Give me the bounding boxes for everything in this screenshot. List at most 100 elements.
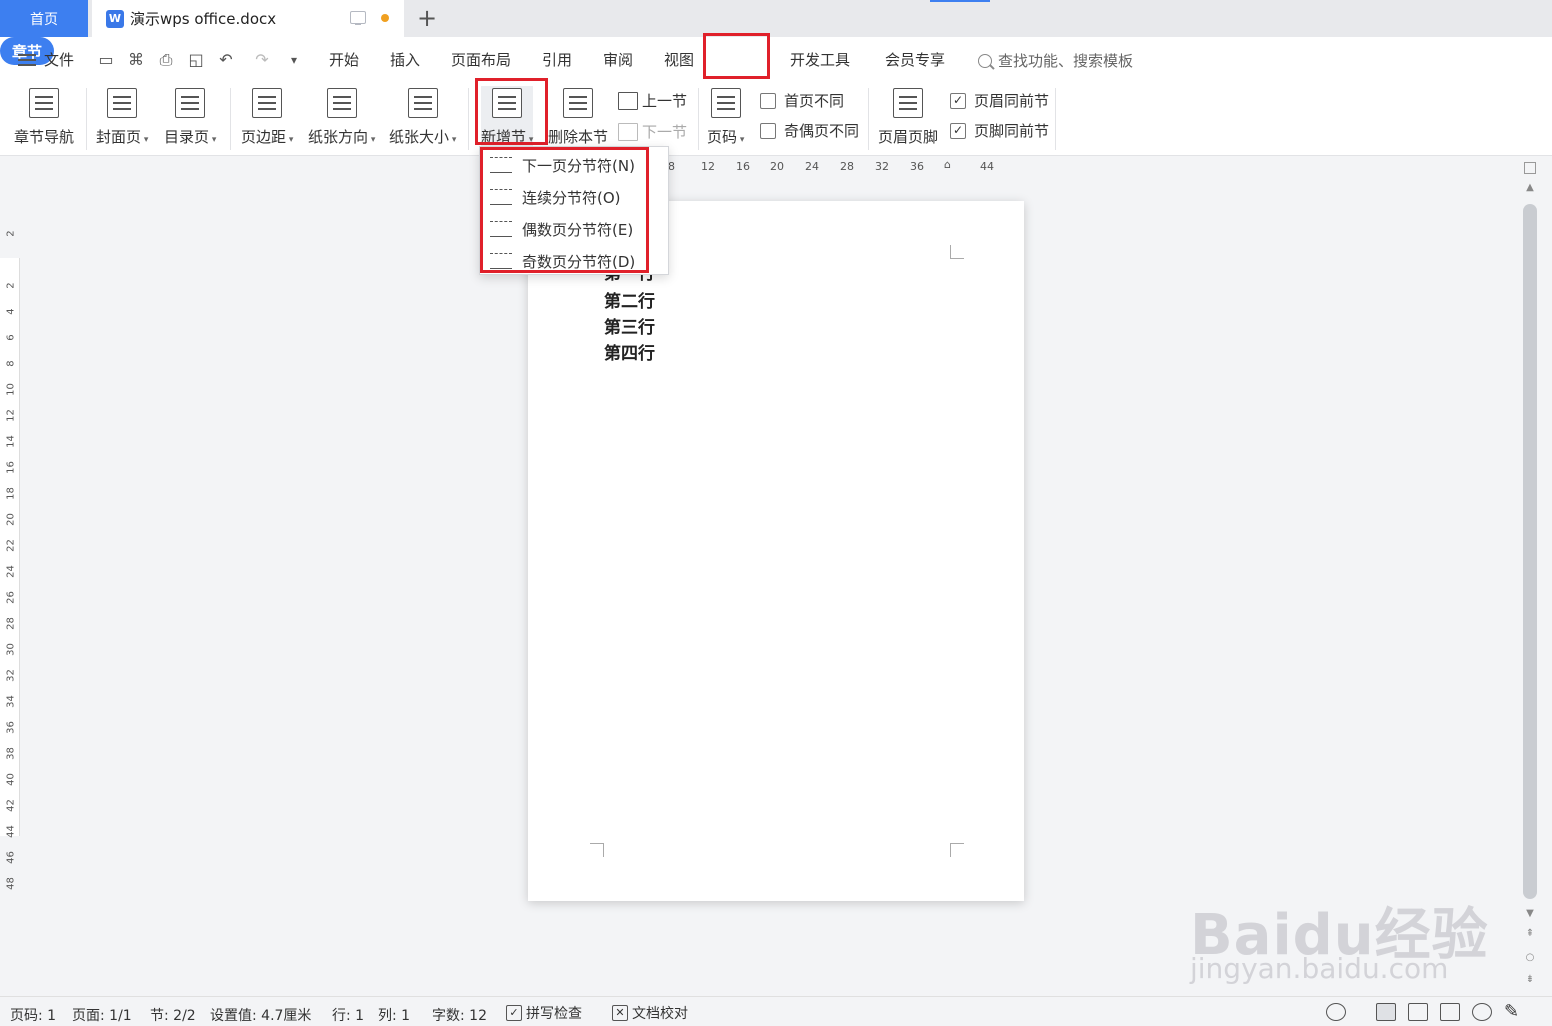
next-section-button[interactable]: 下一节 — [618, 121, 687, 142]
web-view-icon[interactable] — [1472, 1003, 1492, 1021]
next-page-icon[interactable]: ⇟ — [1524, 974, 1536, 985]
paper-size-button[interactable]: 纸张大小 — [389, 86, 456, 147]
ruler-tick: 28 — [840, 160, 854, 173]
scroll-down-icon[interactable]: ▼ — [1524, 908, 1536, 919]
ruler-tick: 26 — [5, 591, 17, 604]
ribbon-divider — [698, 88, 699, 150]
footer-same-prev-checkbox[interactable]: ✓ 页脚同前节 — [950, 120, 1049, 141]
menu-start[interactable]: 开始 — [329, 49, 359, 70]
doc-line-3[interactable]: 第三行 — [604, 313, 655, 338]
status-col[interactable]: 列: 1 — [378, 1005, 410, 1025]
delete-section-button[interactable]: 删除本节 — [548, 86, 608, 147]
scroll-up-icon[interactable]: ▲ — [1524, 182, 1536, 193]
unsaved-dot-icon — [381, 14, 389, 22]
menu-member[interactable]: 会员专享 — [885, 49, 945, 70]
margins-button[interactable]: 页边距 — [241, 86, 293, 147]
ruler-tick: 36 — [5, 721, 17, 734]
ruler-tick: 20 — [5, 513, 17, 526]
prev-page-icon[interactable]: ⇞ — [1524, 928, 1536, 939]
split-view-icon[interactable] — [1524, 162, 1536, 174]
header-footer-button[interactable]: 页眉页脚 — [878, 86, 938, 147]
ruler-tick: 36 — [910, 160, 924, 173]
page-view-icon[interactable] — [1376, 1003, 1396, 1021]
doc-proof-button[interactable]: ✕ 文档校对 — [612, 1003, 688, 1023]
ruler-tick: 16 — [5, 461, 17, 474]
ruler-tick: 38 — [5, 747, 17, 760]
vertical-scrollbar[interactable]: ▲ ▼ ⇞ ○ ⇟ — [1520, 156, 1540, 996]
doc-line-4[interactable]: 第四行 — [604, 339, 655, 364]
ruler-tick: 32 — [875, 160, 889, 173]
header-same-prev-label: 页眉同前节 — [974, 92, 1050, 110]
page-number-icon — [710, 88, 741, 118]
status-word-count[interactable]: 字数: 12 — [432, 1005, 487, 1025]
format-painter-icon[interactable]: ⌘ — [126, 50, 146, 70]
undo-icon[interactable]: ↶ — [216, 50, 236, 70]
tab-document[interactable]: W 演示wps office.docx — [92, 0, 404, 37]
quick-access-more-icon[interactable]: ▾ — [284, 50, 304, 70]
spell-check-button[interactable]: ✓ 拼写检查 — [506, 1003, 582, 1023]
eye-protection-icon[interactable] — [1326, 1003, 1346, 1021]
menu-page-layout[interactable]: 页面布局 — [451, 49, 511, 70]
select-browse-icon[interactable]: ○ — [1524, 952, 1536, 963]
header-same-prev-checkbox[interactable]: ✓ 页眉同前节 — [950, 90, 1049, 111]
ruler-tick: 16 — [736, 160, 750, 173]
baidu-watermark-url: jingyan.baidu.com — [1190, 952, 1449, 985]
pen-icon[interactable]: ✎ — [1504, 1003, 1524, 1021]
menu-references[interactable]: 引用 — [542, 49, 572, 70]
search-box[interactable]: 查找功能、搜索模板 — [978, 50, 1133, 71]
prev-section-button[interactable]: 上一节 — [618, 90, 687, 111]
paper-size-icon — [407, 88, 438, 118]
tab-home[interactable]: 首页 — [0, 0, 88, 37]
scrollbar-thumb[interactable] — [1523, 204, 1537, 899]
orientation-icon — [326, 88, 357, 118]
footer-same-prev-box: ✓ — [950, 122, 966, 139]
status-pages[interactable]: 页面: 1/1 — [72, 1005, 132, 1025]
status-section[interactable]: 节: 2/2 — [150, 1005, 196, 1025]
outline-view-icon[interactable] — [1408, 1003, 1428, 1021]
orientation-label: 纸张方向 — [308, 126, 375, 147]
menu-developer[interactable]: 开发工具 — [790, 49, 850, 70]
ruler-tick: 6 — [5, 334, 17, 341]
toc-page-button[interactable]: 目录页 — [164, 86, 216, 147]
ruler-tick: 4 — [5, 308, 17, 315]
margin-corner-mark — [950, 843, 964, 857]
menu-insert[interactable]: 插入 — [390, 49, 420, 70]
orientation-button[interactable]: 纸张方向 — [308, 86, 375, 147]
footer-same-prev-label: 页脚同前节 — [974, 122, 1050, 140]
cover-page-button[interactable]: 封面页 — [96, 86, 148, 147]
print-preview-icon[interactable]: ◱ — [186, 50, 206, 70]
doc-line-2[interactable]: 第二行 — [604, 287, 655, 312]
chapter-nav-button[interactable]: 章节导航 — [14, 86, 74, 147]
redo-icon[interactable]: ↷ — [252, 50, 272, 70]
status-setting[interactable]: 设置值: 4.7厘米 — [210, 1005, 311, 1025]
menu-view[interactable]: 视图 — [664, 49, 694, 70]
toc-page-icon — [175, 88, 206, 118]
header-footer-label: 页眉页脚 — [878, 128, 939, 146]
chapter-nav-label: 章节导航 — [14, 128, 75, 146]
cover-page-icon — [107, 88, 138, 118]
new-tab-button[interactable]: + — [414, 4, 440, 32]
margins-label: 页边距 — [241, 126, 293, 147]
menu-review[interactable]: 审阅 — [603, 49, 633, 70]
first-page-diff-label: 首页不同 — [784, 92, 845, 110]
reading-view-icon[interactable] — [1440, 1003, 1460, 1021]
file-menu[interactable]: 文件 — [18, 49, 74, 70]
indent-marker-icon[interactable]: ⌂ — [944, 158, 951, 171]
delete-section-icon — [563, 88, 593, 118]
monitor-icon[interactable] — [350, 11, 366, 25]
ruler-tick: 22 — [5, 539, 17, 552]
spell-check-icon: ✓ — [506, 1005, 522, 1021]
next-section-label: 下一节 — [642, 123, 688, 141]
first-page-diff-checkbox[interactable]: 首页不同 — [760, 90, 844, 111]
next-section-icon — [618, 122, 638, 141]
status-page-code[interactable]: 页码: 1 — [10, 1005, 56, 1025]
odd-even-diff-checkbox[interactable]: 奇偶页不同 — [760, 120, 859, 141]
cover-page-label: 封面页 — [96, 126, 148, 147]
status-row[interactable]: 行: 1 — [332, 1005, 364, 1025]
margins-icon — [252, 88, 283, 118]
print-icon[interactable]: ⎙ — [156, 50, 176, 70]
document-page[interactable]: 第一行 第二行 第三行 第四行 — [528, 201, 1024, 901]
ruler-tick: 2 — [5, 282, 17, 289]
save-icon[interactable]: ▭ — [96, 50, 116, 70]
page-number-button[interactable]: 页码 — [707, 86, 744, 147]
